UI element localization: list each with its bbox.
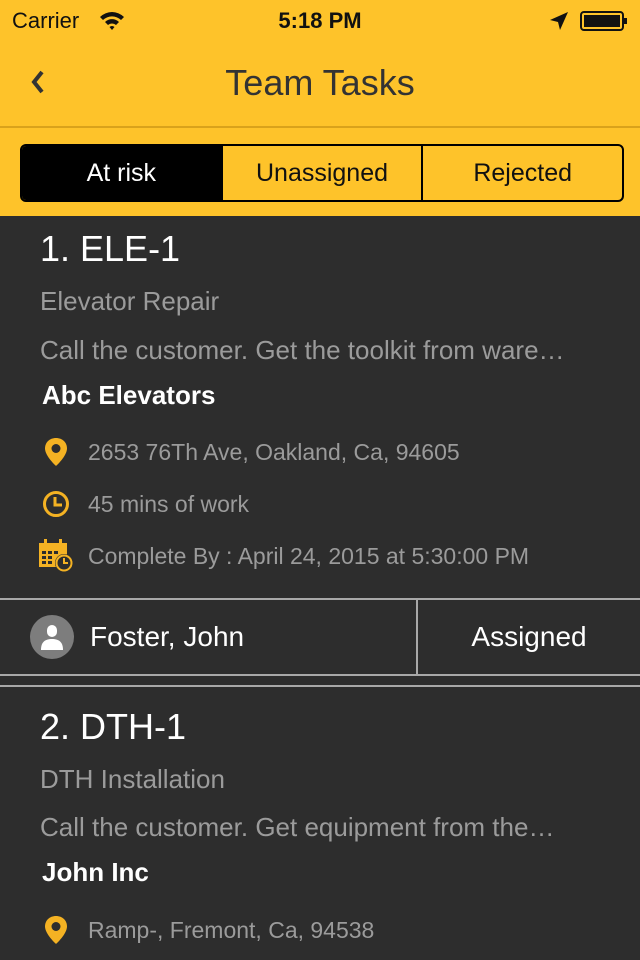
segment-at-risk[interactable]: At risk bbox=[22, 146, 221, 200]
clock-icon bbox=[38, 486, 74, 522]
due-date-text: Complete By : April 24, 2015 at 5:30:00 … bbox=[88, 542, 530, 569]
task-filter-segmented-control: At risk Unassigned Rejected bbox=[20, 144, 624, 202]
task-type: DTH Installation bbox=[40, 764, 225, 794]
assignee-button[interactable]: Foster, John bbox=[0, 600, 418, 674]
location-pin-icon bbox=[38, 434, 74, 470]
location-pin-icon bbox=[38, 912, 74, 948]
location-arrow-icon bbox=[550, 12, 568, 30]
segment-rejected[interactable]: Rejected bbox=[421, 146, 622, 200]
task-description: Call the customer. Get the toolkit from … bbox=[40, 335, 565, 365]
address-text: Ramp-, Fremont, Ca, 94538 bbox=[88, 916, 375, 943]
user-icon bbox=[41, 625, 63, 650]
card-divider bbox=[0, 685, 640, 687]
task-id: 2. DTH-1 bbox=[40, 706, 187, 747]
status-bar: Carrier 5:18 PM bbox=[0, 0, 640, 40]
address-row: Ramp-, Fremont, Ca, 94538 bbox=[38, 912, 374, 948]
address-row: 2653 76Th Ave, Oakland, Ca, 94605 bbox=[38, 434, 460, 470]
assignment-bar: Foster, John Assigned bbox=[0, 598, 640, 676]
page-title: Team Tasks bbox=[225, 62, 415, 103]
due-date-row: Complete By : April 24, 2015 at 5:30:00 … bbox=[38, 538, 529, 574]
task-id: 1. ELE-1 bbox=[40, 228, 181, 269]
duration-row: 45 mins of work bbox=[38, 486, 249, 522]
duration-text: 45 mins of work bbox=[88, 490, 250, 517]
task-type: Elevator Repair bbox=[40, 286, 220, 316]
navigation-bar: Team Tasks bbox=[0, 40, 640, 128]
company-name: Abc Elevators bbox=[42, 380, 216, 410]
clock: 5:18 PM bbox=[278, 8, 362, 33]
company-name: John Inc bbox=[42, 857, 149, 887]
segment-unassigned[interactable]: Unassigned bbox=[220, 146, 422, 200]
task-description: Call the customer. Get equipment from th… bbox=[40, 812, 555, 842]
avatar bbox=[30, 615, 74, 659]
assignee-name: Foster, John bbox=[90, 621, 245, 652]
header: Carrier 5:18 PM Team Tasks At risk Unass… bbox=[0, 0, 640, 216]
calendar-clock-icon bbox=[38, 538, 74, 574]
battery-icon bbox=[580, 11, 627, 31]
status-button[interactable]: Assigned bbox=[418, 600, 640, 674]
address-text: 2653 76Th Ave, Oakland, Ca, 94605 bbox=[88, 438, 460, 465]
